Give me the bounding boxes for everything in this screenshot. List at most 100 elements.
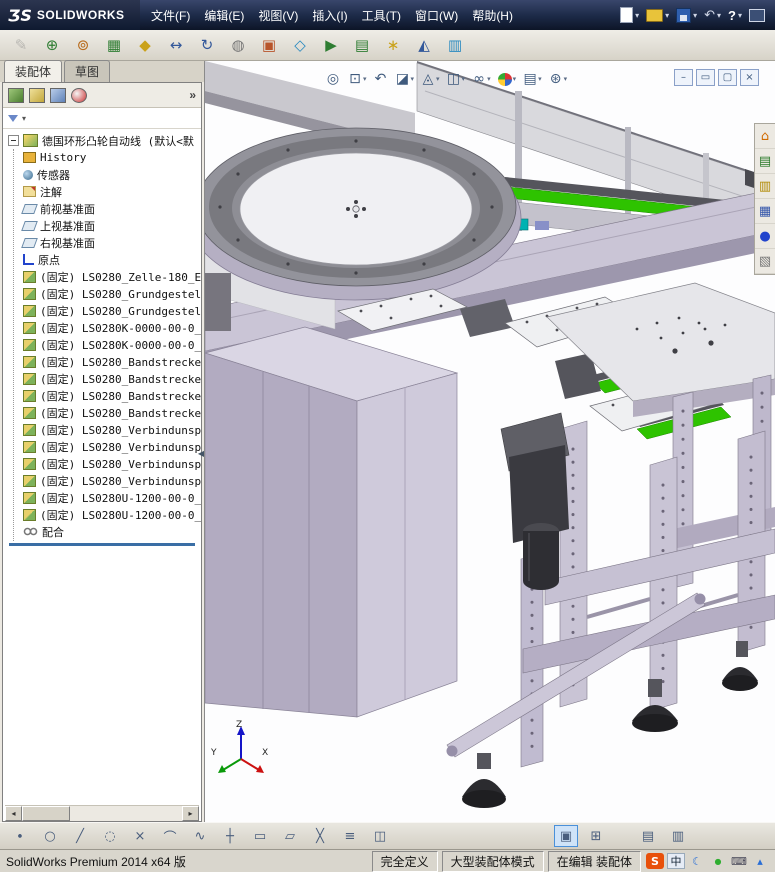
rollback-bar[interactable] <box>9 543 195 546</box>
doc-minimize-button[interactable]: – <box>674 69 693 86</box>
doc-close-button[interactable]: × <box>740 69 759 86</box>
tree-item[interactable]: 前视基准面 <box>6 200 201 217</box>
smart-fasteners-button[interactable]: ◆ <box>132 32 158 58</box>
tree-item[interactable]: (固定) LS0280_Verbindunsp <box>6 472 201 489</box>
tree-item[interactable]: (固定) LS0280_Bandstrecke <box>6 353 201 370</box>
doc-restore-button[interactable]: ▭ <box>696 69 715 86</box>
trim-tool[interactable]: ╳ <box>308 825 332 847</box>
tree-item[interactable]: (固定) LS0280_Verbindunsp <box>6 438 201 455</box>
tree-item[interactable]: (固定) LS0280_Bandstrecke <box>6 404 201 421</box>
tree-item[interactable]: (固定) LS0280_Verbindunsp <box>6 421 201 438</box>
tree-root-item[interactable]: 德国环形凸轮自动线 (默认<默 <box>6 132 201 149</box>
tree-item[interactable]: 注解 <box>6 183 201 200</box>
view-orientation-icon[interactable]: ◬ ▾ <box>418 69 443 89</box>
exploded-view-button[interactable]: ∗ <box>380 32 406 58</box>
tree-item[interactable]: (固定) LS0280_Grundgestell <box>6 302 201 319</box>
ime-moon-icon[interactable]: ☾ <box>688 853 706 869</box>
slot-tool[interactable]: ▱ <box>278 825 302 847</box>
hide-show-items-icon[interactable]: ∞ ▾ <box>469 69 494 89</box>
caret-icon[interactable]: ▾ <box>738 11 742 20</box>
centerline-tool[interactable]: ┼ <box>218 825 242 847</box>
rectangle-tool[interactable]: ▭ <box>248 825 272 847</box>
graphics-viewport[interactable]: Z Y X ◎ ⊡ ▾ ↶ ◪ ▾ ◬ ▾ ◫ ▾ ∞ ▾ ▾ ▤ ▾ ⊛ ▾ – ▭ ▢ × ⌂ ▤ ▥ ▦ ● ▧ <box>205 61 775 822</box>
mirror-tool[interactable]: ◫ <box>368 825 392 847</box>
task-file-explorer-icon[interactable]: ▥ <box>755 174 775 199</box>
show-hidden-button[interactable]: ◍ <box>225 32 251 58</box>
instant3d-button[interactable]: ◭ <box>411 32 437 58</box>
filter-caret-icon[interactable]: ▾ <box>22 114 26 123</box>
menu-item[interactable]: 文件(F) <box>144 3 197 28</box>
ime-sogou-icon[interactable]: S <box>646 853 664 869</box>
bom-button[interactable]: ▤ <box>349 32 375 58</box>
scrollbar-track[interactable] <box>22 806 182 821</box>
scroll-right-arrow-icon[interactable]: ▸ <box>182 806 199 821</box>
display-manager-tab-icon[interactable] <box>71 87 87 103</box>
circle-tool[interactable]: ○ <box>38 825 62 847</box>
insert-components-button[interactable]: ⊕ <box>39 32 65 58</box>
previous-view-icon[interactable]: ↶ <box>371 69 392 89</box>
spacer[interactable] <box>398 826 548 846</box>
erase-tool[interactable]: × <box>128 825 152 847</box>
move-component-button[interactable]: ↔ <box>163 32 189 58</box>
edit-component-button[interactable]: ✎ <box>8 32 34 58</box>
scrollbar-thumb[interactable] <box>22 806 70 821</box>
tree-item[interactable]: (固定) LS0280_Grundgestell <box>6 285 201 302</box>
large-assembly-button[interactable]: ▥ <box>442 32 468 58</box>
collapse-expander-icon[interactable] <box>8 135 19 146</box>
edit-appearance-icon[interactable]: ▾ <box>495 71 520 88</box>
tree-item[interactable]: 传感器 <box>6 166 201 183</box>
scroll-left-arrow-icon[interactable]: ◂ <box>5 806 22 821</box>
tree-item[interactable]: 上视基准面 <box>6 217 201 234</box>
offset-tool[interactable]: ≡ <box>338 825 362 847</box>
tree-item[interactable]: (固定) LS0280U-1200-00-0_ <box>6 506 201 523</box>
undo-button[interactable]: ↶ ▾ <box>704 8 721 23</box>
model-turntable-ring[interactable] <box>205 127 522 301</box>
shaded-sketch-contours-tool[interactable]: ▣ <box>554 825 578 847</box>
tree-item[interactable]: (固定) LS0280K-0000-00-0_ <box>6 319 201 336</box>
model-gearbox-motor[interactable] <box>500 412 570 590</box>
task-custom-properties-icon[interactable]: ▧ <box>755 249 775 274</box>
save-button[interactable]: ▾ <box>676 7 697 23</box>
menu-item[interactable]: 工具(T) <box>355 3 408 28</box>
task-home-icon[interactable]: ⌂ <box>755 124 775 149</box>
caret-icon[interactable]: ▾ <box>717 11 721 20</box>
tree-item[interactable]: 右视基准面 <box>6 234 201 251</box>
filter-funnel-icon[interactable] <box>8 114 18 122</box>
tree-item[interactable]: 配合 <box>6 523 201 540</box>
display-style-icon[interactable]: ◫ ▾ <box>444 69 469 89</box>
component-pattern-button[interactable]: ▦ <box>101 32 127 58</box>
new-button[interactable]: ▾ <box>620 7 639 23</box>
caret-icon[interactable]: ▾ <box>693 11 697 20</box>
doc-maximize-button[interactable]: ▢ <box>718 69 737 86</box>
menu-item[interactable]: 编辑(E) <box>197 3 251 28</box>
model-cabinet[interactable] <box>205 326 459 718</box>
arc-tool[interactable]: ⌒ <box>158 825 182 847</box>
ime-lang-icon[interactable]: 中 <box>667 853 685 869</box>
ime-up-icon[interactable]: ▴ <box>751 853 769 869</box>
spline-tool[interactable]: ∿ <box>188 825 212 847</box>
menu-item[interactable]: 视图(V) <box>251 3 305 28</box>
panel-horizontal-scrollbar[interactable]: ◂ ▸ <box>5 805 199 821</box>
fullscreen-button[interactable] <box>749 8 765 22</box>
task-view-palette-icon[interactable]: ▦ <box>755 199 775 224</box>
view-settings-icon[interactable]: ⊛ ▾ <box>546 69 571 89</box>
table-tool[interactable]: ▤ <box>636 825 660 847</box>
motion-study-button[interactable]: ▶ <box>318 32 344 58</box>
open-button[interactable]: ▾ <box>646 8 669 22</box>
task-appearances-icon[interactable]: ● <box>755 224 775 249</box>
tree-item[interactable]: (固定) LS0280_Verbindunsp <box>6 455 201 472</box>
zoom-area-icon[interactable]: ⊡ ▾ <box>345 69 370 89</box>
point-tool[interactable]: ∙ <box>8 825 32 847</box>
property-manager-tab-icon[interactable] <box>29 87 45 103</box>
section-view-icon[interactable]: ◪ ▾ <box>393 69 418 89</box>
ellipse-tool[interactable]: ◌ <box>98 825 122 847</box>
rotate-component-button[interactable]: ↻ <box>194 32 220 58</box>
reference-geometry-button[interactable]: ◇ <box>287 32 313 58</box>
task-design-library-icon[interactable]: ▤ <box>755 149 775 174</box>
tree-item[interactable]: (固定) LS0280_Bandstrecke <box>6 387 201 404</box>
configuration-manager-tab-icon[interactable] <box>50 87 66 103</box>
tree-item[interactable]: (固定) LS0280_Zelle-180_E <box>6 268 201 285</box>
ime-keyboard-icon[interactable]: ⌨ <box>730 853 748 869</box>
tree-item[interactable]: (固定) LS0280K-0000-00-0_ <box>6 336 201 353</box>
mate-button[interactable]: ⊚ <box>70 32 96 58</box>
